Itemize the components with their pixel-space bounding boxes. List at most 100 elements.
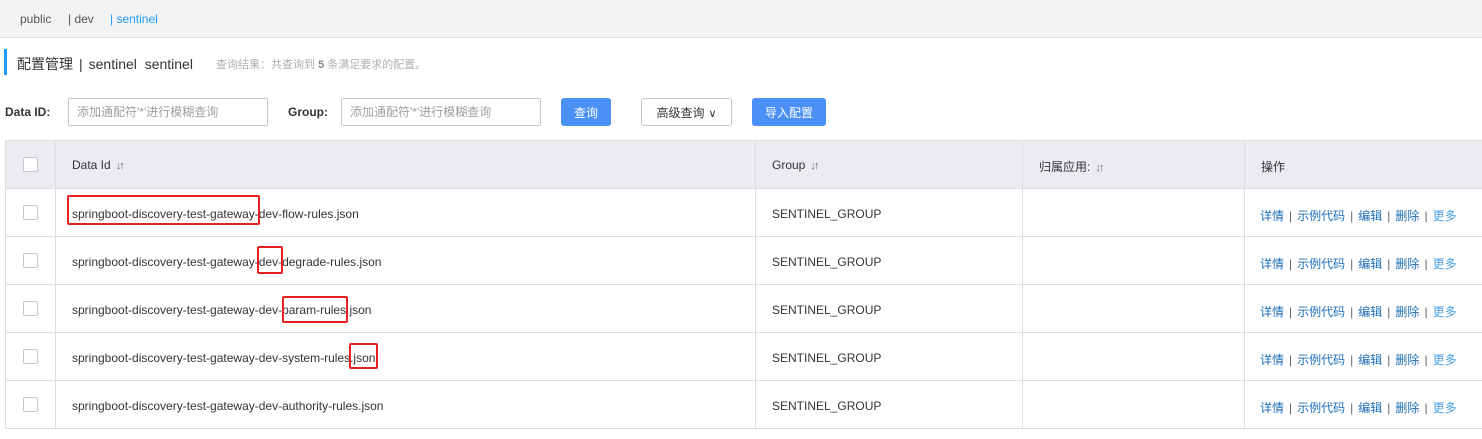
- chevron-down-icon: ∨: [708, 107, 717, 120]
- more-link[interactable]: 更多: [1433, 401, 1457, 415]
- delete-link[interactable]: 删除: [1395, 257, 1419, 271]
- table-header: Data Id ↓↑ Group ↓↑ 归属应用: ↓↑ 操作: [6, 141, 1482, 189]
- action-separator: |: [1350, 401, 1354, 415]
- action-separator: |: [1289, 305, 1293, 319]
- more-link[interactable]: 更多: [1433, 257, 1457, 271]
- namespace-dev[interactable]: | dev: [68, 12, 94, 26]
- group-text: SENTINEL_GROUP: [772, 255, 882, 269]
- row-select-cell: [6, 381, 56, 428]
- action-separator: |: [1387, 401, 1391, 415]
- edit-link[interactable]: 编辑: [1358, 209, 1382, 223]
- delete-link[interactable]: 删除: [1395, 209, 1419, 223]
- column-data-id-label: Data Id: [72, 158, 111, 172]
- data-id-cell: springboot-discovery-test-gateway-dev-au…: [56, 381, 756, 428]
- group-cell: SENTINEL_GROUP: [756, 237, 1023, 284]
- header-group: Group ↓↑: [756, 141, 1023, 188]
- namespace-bar: public | dev | sentinel: [0, 0, 1482, 38]
- edit-link[interactable]: 编辑: [1358, 305, 1382, 319]
- action-separator: |: [1424, 353, 1428, 367]
- import-config-button[interactable]: 导入配置: [752, 98, 826, 126]
- detail-link[interactable]: 详情: [1260, 209, 1284, 223]
- column-actions-label: 操作: [1261, 160, 1286, 174]
- row-checkbox[interactable]: [23, 253, 38, 268]
- sample-code-link[interactable]: 示例代码: [1297, 209, 1345, 223]
- app-cell: [1023, 189, 1245, 236]
- group-text: SENTINEL_GROUP: [772, 399, 882, 413]
- column-app-label: 归属应用:: [1039, 160, 1091, 174]
- detail-link[interactable]: 详情: [1260, 401, 1284, 415]
- actions-cell: 详情 | 示例代码 | 编辑 | 删除 | 更多: [1245, 381, 1482, 428]
- action-separator: |: [1350, 353, 1354, 367]
- row-checkbox[interactable]: [23, 301, 38, 316]
- query-button[interactable]: 查询: [561, 98, 611, 126]
- action-separator: |: [1424, 401, 1428, 415]
- action-separator: |: [1289, 353, 1293, 367]
- select-all-checkbox[interactable]: [23, 157, 38, 172]
- group-text: SENTINEL_GROUP: [772, 207, 882, 221]
- result-count: 5: [318, 59, 325, 71]
- group-cell: SENTINEL_GROUP: [756, 333, 1023, 380]
- delete-link[interactable]: 删除: [1395, 401, 1419, 415]
- sample-code-link[interactable]: 示例代码: [1297, 305, 1345, 319]
- edit-link[interactable]: 编辑: [1358, 257, 1382, 271]
- table-row: springboot-discovery-test-gateway-dev-sy…: [6, 333, 1482, 381]
- group-cell: SENTINEL_GROUP: [756, 285, 1023, 332]
- group-cell: SENTINEL_GROUP: [756, 189, 1023, 236]
- action-separator: |: [1387, 305, 1391, 319]
- advanced-query-button[interactable]: 高级查询 ∨: [641, 98, 732, 126]
- action-separator: |: [1350, 257, 1354, 271]
- app-cell: [1023, 285, 1245, 332]
- header-actions: 操作: [1245, 141, 1482, 188]
- row-select-cell: [6, 333, 56, 380]
- app-cell: [1023, 333, 1245, 380]
- data-id-cell: springboot-discovery-test-gateway-dev-fl…: [56, 189, 756, 236]
- row-checkbox[interactable]: [23, 397, 38, 412]
- group-input[interactable]: [341, 98, 541, 126]
- sample-code-link[interactable]: 示例代码: [1297, 401, 1345, 415]
- delete-link[interactable]: 删除: [1395, 305, 1419, 319]
- detail-link[interactable]: 详情: [1260, 305, 1284, 319]
- group-text: SENTINEL_GROUP: [772, 303, 882, 317]
- detail-link[interactable]: 详情: [1260, 353, 1284, 367]
- more-link[interactable]: 更多: [1433, 209, 1457, 223]
- row-checkbox[interactable]: [23, 205, 38, 220]
- action-separator: |: [1424, 305, 1428, 319]
- group-text: SENTINEL_GROUP: [772, 351, 882, 365]
- table-row: springboot-discovery-test-gateway-dev-au…: [6, 381, 1482, 429]
- column-group-label: Group: [772, 158, 806, 172]
- data-id-cell: springboot-discovery-test-gateway-dev-sy…: [56, 333, 756, 380]
- header-select-cell: [6, 141, 56, 188]
- data-id-label: Data ID:: [5, 105, 51, 119]
- app-cell: [1023, 381, 1245, 428]
- more-link[interactable]: 更多: [1433, 353, 1457, 367]
- delete-link[interactable]: 删除: [1395, 353, 1419, 367]
- data-id-text: springboot-discovery-test-gateway-dev-fl…: [72, 207, 359, 221]
- namespace-public[interactable]: public: [20, 12, 51, 26]
- data-id-text: springboot-discovery-test-gateway-dev-pa…: [72, 303, 372, 317]
- page-header: 配置管理 | sentinel sentinel 查询结果：共查询到 5 条满足要求…: [0, 47, 1482, 77]
- group-cell: SENTINEL_GROUP: [756, 381, 1023, 428]
- row-select-cell: [6, 189, 56, 236]
- sort-icon[interactable]: ↓↑: [1095, 162, 1104, 174]
- data-id-text: springboot-discovery-test-gateway-dev-au…: [72, 399, 384, 413]
- table-row: springboot-discovery-test-gateway-dev-de…: [6, 237, 1482, 285]
- title-separator: |: [79, 56, 83, 72]
- sample-code-link[interactable]: 示例代码: [1297, 257, 1345, 271]
- group-label: Group:: [288, 105, 328, 119]
- more-link[interactable]: 更多: [1433, 305, 1457, 319]
- edit-link[interactable]: 编辑: [1358, 353, 1382, 367]
- edit-link[interactable]: 编辑: [1358, 401, 1382, 415]
- table-row: springboot-discovery-test-gateway-dev-fl…: [6, 189, 1482, 237]
- header-app: 归属应用: ↓↑: [1023, 141, 1245, 188]
- sort-icon[interactable]: ↓↑: [810, 160, 819, 172]
- result-suffix: 条满足要求的配置。: [327, 59, 427, 71]
- sort-icon[interactable]: ↓↑: [116, 160, 125, 172]
- data-id-input[interactable]: [68, 98, 268, 126]
- data-id-text: springboot-discovery-test-gateway-dev-sy…: [72, 351, 376, 365]
- sample-code-link[interactable]: 示例代码: [1297, 353, 1345, 367]
- namespace-sentinel[interactable]: | sentinel: [110, 12, 158, 26]
- row-checkbox[interactable]: [23, 349, 38, 364]
- action-separator: |: [1424, 209, 1428, 223]
- action-separator: |: [1350, 209, 1354, 223]
- detail-link[interactable]: 详情: [1260, 257, 1284, 271]
